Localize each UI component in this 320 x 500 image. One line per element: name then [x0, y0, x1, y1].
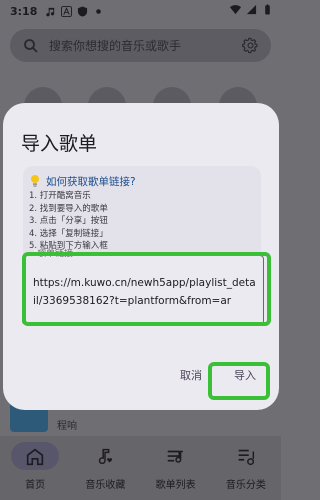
- nav-item-home[interactable]: 首页: [0, 436, 70, 500]
- highlight-box-import-button: [208, 362, 270, 400]
- hint-step: 2. 找到要导入的歌单: [29, 203, 108, 214]
- bottom-nav: 首页 音乐收藏 歌单列表 音乐分类: [0, 436, 281, 500]
- lightbulb-icon: [31, 175, 39, 187]
- hint-step: 1. 打开酷窝音乐: [29, 191, 91, 201]
- battery-icon: [265, 4, 270, 15]
- playlist-icon: [167, 450, 183, 463]
- nav-item-favorites[interactable]: 音乐收藏: [70, 436, 140, 500]
- dot-icon: [96, 8, 102, 14]
- gear-icon[interactable]: [242, 37, 259, 54]
- nav-label-home: 首页: [25, 480, 46, 491]
- nav-label-playlists: 歌单列表: [155, 480, 196, 491]
- hint-title: 如何获取歌单链接?: [46, 176, 136, 188]
- home-icon: [26, 448, 44, 466]
- cancel-button[interactable]: 取消: [180, 367, 202, 383]
- search-bar[interactable]: 搜索你想搜的音乐或歌手: [10, 29, 271, 62]
- signal-icon: [246, 4, 257, 15]
- status-bar: 3:18: [0, 0, 281, 22]
- music-heart-icon: [99, 448, 113, 465]
- search-input[interactable]: 搜索你想搜的音乐或歌手: [49, 37, 181, 54]
- dialog-title: 导入歌单: [21, 133, 98, 155]
- text-a-icon: [61, 5, 73, 17]
- nav-label-favorites: 音乐收藏: [85, 480, 126, 491]
- music-note-icon: [46, 7, 55, 16]
- status-time: 3:18: [10, 4, 38, 18]
- highlight-box-link-field: [22, 252, 271, 326]
- category-icon: [238, 449, 254, 466]
- hint-step: 4. 选择「复制链接」: [29, 228, 108, 239]
- mini-player-artist: 程响: [57, 421, 77, 432]
- search-icon: [24, 38, 38, 53]
- nav-label-categories: 音乐分类: [225, 480, 266, 491]
- wifi-icon: [230, 5, 241, 15]
- hint-steps: 1. 打开酷窝音乐 2. 找到要导入的歌单 3. 点击「分享」按钮 4. 选择「…: [29, 190, 108, 253]
- hint-step: 3. 点击「分享」按钮: [29, 216, 108, 226]
- shield-icon: [78, 5, 88, 17]
- nav-item-playlists[interactable]: 歌单列表: [141, 436, 211, 500]
- nav-item-categories[interactable]: 音乐分类: [211, 436, 281, 500]
